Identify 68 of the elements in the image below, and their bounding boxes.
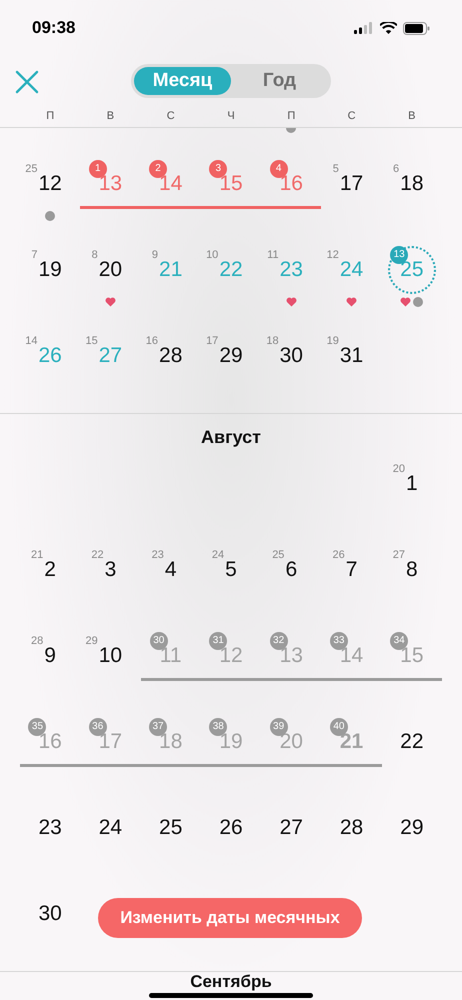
day-number[interactable]: 28 (340, 813, 364, 843)
cycle-day: 12 (326, 249, 340, 261)
cycle-day: 20 (392, 463, 406, 475)
day-number[interactable]: 25 (159, 813, 182, 843)
day-number[interactable]: 6 (285, 555, 298, 585)
cycle-day: 14 (25, 335, 38, 347)
day-number[interactable]: 4 (164, 555, 177, 585)
wifi-icon (380, 22, 397, 34)
day-number[interactable]: 26 (219, 813, 243, 843)
cycle-day: 6 (393, 163, 400, 175)
cycle-day: 18 (266, 335, 280, 347)
cycle-day: 17 (206, 335, 220, 347)
day-number[interactable]: 24 (98, 813, 122, 843)
signal-icon (354, 22, 374, 34)
cycle-day: 15 (85, 335, 99, 347)
month-title: Август (201, 427, 261, 447)
day-number[interactable]: 2 (44, 555, 56, 585)
cycle-day: 23 (152, 549, 165, 561)
weekday-label: П (45, 109, 56, 124)
weekday-label: С (346, 109, 357, 124)
day-number[interactable]: 7 (346, 555, 358, 585)
day-number[interactable]: 1 (406, 469, 418, 499)
cycle-day: 8 (92, 249, 99, 261)
day-number[interactable]: 5 (225, 555, 237, 585)
month-title: Сентябрь (190, 973, 272, 991)
day-number[interactable]: 30 (280, 341, 303, 371)
weekday-label: П (286, 109, 296, 124)
day-number[interactable]: 22 (400, 727, 424, 757)
cycle-day: 9 (152, 249, 160, 261)
day-number[interactable]: 19 (38, 255, 62, 285)
cycle-day: 24 (212, 549, 226, 561)
day-number[interactable]: 30 (38, 899, 62, 929)
day-number[interactable]: 29 (219, 341, 243, 371)
cycle-day: 22 (91, 549, 105, 561)
cycle-day: 5 (332, 163, 340, 175)
day-number[interactable]: 18 (400, 169, 424, 199)
cycle-day: 27 (392, 549, 406, 561)
cycle-day: 26 (332, 549, 346, 561)
day-number[interactable]: 20 (98, 255, 122, 285)
view-tab[interactable]: Год (231, 67, 328, 95)
cycle-day: 19 (326, 335, 340, 347)
day-number[interactable]: 3 (104, 555, 116, 585)
cycle-day: 25 (272, 549, 286, 561)
weekday-label: С (166, 109, 176, 124)
weekday-label: В (106, 109, 116, 124)
cycle-day: 16 (146, 335, 160, 347)
cycle-day: 25 (25, 163, 38, 175)
day-number[interactable]: 27 (280, 813, 303, 843)
weekday-label: Ч (226, 109, 236, 124)
cycle-day: 7 (31, 249, 38, 261)
cycle-day: 10 (206, 249, 220, 261)
status-time: 09:38 (32, 17, 76, 40)
weekday-label: В (407, 109, 417, 124)
day-number[interactable]: 10 (98, 641, 122, 671)
cycle-day: 28 (31, 635, 44, 647)
battery-icon (403, 22, 430, 34)
cycle-day: 29 (85, 635, 99, 647)
cycle-day: 21 (31, 549, 44, 561)
day-number[interactable]: 9 (44, 641, 56, 671)
day-number[interactable]: 12 (38, 169, 62, 199)
day-number[interactable]: 31 (340, 341, 364, 371)
day-number[interactable]: 17 (340, 169, 364, 199)
day-number[interactable]: 23 (38, 813, 62, 843)
cycle-day: 11 (267, 249, 280, 261)
close-icon (15, 70, 39, 94)
day-number[interactable]: 8 (406, 555, 418, 585)
day-number[interactable]: 28 (159, 341, 182, 371)
day-number[interactable]: 29 (400, 813, 424, 843)
